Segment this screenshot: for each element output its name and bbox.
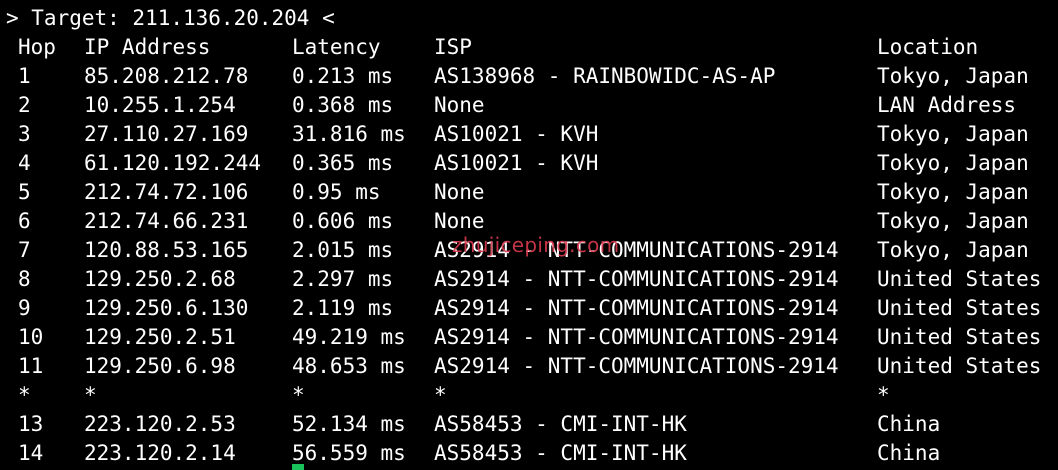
location-cell: LAN Address bbox=[877, 93, 1017, 117]
latency-cell: 49.219 ms bbox=[292, 325, 406, 349]
ip-cell: 120.88.53.165 bbox=[84, 238, 249, 262]
latency-cell: 0.368 ms bbox=[292, 93, 394, 117]
latency-cell: 31.816 ms bbox=[292, 122, 406, 146]
location-cell: Tokyo, Japan bbox=[877, 209, 1029, 233]
isp-cell: AS2914 - NTT-COMMUNICATIONS-2914 bbox=[434, 267, 839, 291]
table-row: 10 129.250.2.51 49.219 ms AS2914 - NTT-C… bbox=[0, 323, 1058, 352]
location-cell: Tokyo, Japan bbox=[877, 151, 1029, 175]
ip-cell: 212.74.72.106 bbox=[84, 180, 249, 204]
ip-cell: 129.250.2.51 bbox=[84, 325, 236, 349]
isp-cell: AS2914 - NTT-COMMUNICATIONS-2914 bbox=[434, 296, 839, 320]
location-cell: Tokyo, Japan bbox=[877, 238, 1029, 262]
header-latency: Latency bbox=[292, 35, 381, 59]
table-row: 2 10.255.1.254 0.368 ms None LAN Address bbox=[0, 91, 1058, 120]
table-row: 5 212.74.72.106 0.95 ms None Tokyo, Japa… bbox=[0, 178, 1058, 207]
isp-cell: AS2914 - NTT-COMMUNICATIONS-2914 bbox=[434, 354, 839, 378]
table-row: 1 85.208.212.78 0.213 ms AS138968 - RAIN… bbox=[0, 62, 1058, 91]
latency-cell: 52.134 ms bbox=[292, 412, 406, 436]
hop-cell: 4 bbox=[18, 151, 31, 175]
ip-cell: 223.120.2.53 bbox=[84, 412, 236, 436]
hop-cell: * bbox=[18, 383, 31, 407]
hop-cell: 7 bbox=[18, 238, 31, 262]
latency-cell: * bbox=[292, 383, 305, 407]
isp-cell: AS58453 - CMI-INT-HK bbox=[434, 412, 687, 436]
hop-cell: 10 bbox=[18, 325, 44, 349]
header-ip-address: IP Address bbox=[84, 35, 211, 59]
table-row: 11 129.250.6.98 48.653 ms AS2914 - NTT-C… bbox=[0, 352, 1058, 381]
table-row: 4 61.120.192.244 0.365 ms AS10021 - KVH … bbox=[0, 149, 1058, 178]
table-row: 14 223.120.2.14 56.559 ms AS58453 - CMI-… bbox=[0, 439, 1058, 468]
latency-cell: 0.213 ms bbox=[292, 64, 394, 88]
location-cell: China bbox=[877, 441, 941, 465]
hop-cell: 6 bbox=[18, 209, 31, 233]
target-line: > Target: 211.136.20.204 < bbox=[6, 6, 335, 30]
table-row: 8 129.250.2.68 2.297 ms AS2914 - NTT-COM… bbox=[0, 265, 1058, 294]
hop-cell: 11 bbox=[18, 354, 44, 378]
location-cell: Tokyo, Japan bbox=[877, 180, 1029, 204]
isp-cell: AS58453 - CMI-INT-HK bbox=[434, 441, 687, 465]
hop-cell: 5 bbox=[18, 180, 31, 204]
latency-cell: 2.015 ms bbox=[292, 238, 394, 262]
isp-cell: AS138968 - RAINBOWIDC-AS-AP bbox=[434, 64, 776, 88]
latency-cell: 0.95 ms bbox=[292, 180, 381, 204]
latency-cell: 48.653 ms bbox=[292, 354, 406, 378]
latency-cell: 2.297 ms bbox=[292, 267, 394, 291]
hop-cell: 1 bbox=[18, 64, 31, 88]
location-cell: China bbox=[877, 412, 941, 436]
table-row: 9 129.250.6.130 2.119 ms AS2914 - NTT-CO… bbox=[0, 294, 1058, 323]
ip-cell: 223.120.2.14 bbox=[84, 441, 236, 465]
ip-cell: 129.250.2.68 bbox=[84, 267, 236, 291]
table-row: 13 223.120.2.53 52.134 ms AS58453 - CMI-… bbox=[0, 410, 1058, 439]
table-row: * * * * * bbox=[0, 381, 1058, 410]
latency-cell: 2.119 ms bbox=[292, 296, 394, 320]
terminal-cursor bbox=[292, 464, 304, 470]
location-cell: Tokyo, Japan bbox=[877, 122, 1029, 146]
hop-cell: 9 bbox=[18, 296, 31, 320]
isp-cell: AS10021 - KVH bbox=[434, 122, 599, 146]
isp-cell: * bbox=[434, 383, 447, 407]
location-cell: * bbox=[877, 383, 890, 407]
header-hop: Hop bbox=[18, 35, 56, 59]
hop-cell: 3 bbox=[18, 122, 31, 146]
ip-cell: 85.208.212.78 bbox=[84, 64, 249, 88]
location-cell: United States bbox=[877, 325, 1042, 349]
latency-cell: 0.365 ms bbox=[292, 151, 394, 175]
hop-cell: 8 bbox=[18, 267, 31, 291]
ip-cell: 10.255.1.254 bbox=[84, 93, 236, 117]
ip-cell: 27.110.27.169 bbox=[84, 122, 249, 146]
ip-cell: * bbox=[84, 383, 97, 407]
hop-cell: 13 bbox=[18, 412, 44, 436]
header-row: Hop IP Address Latency ISP Location bbox=[0, 33, 1058, 62]
ip-cell: 61.120.192.244 bbox=[84, 151, 262, 175]
isp-cell: AS10021 - KVH bbox=[434, 151, 599, 175]
location-cell: Tokyo, Japan bbox=[877, 64, 1029, 88]
isp-cell: None bbox=[434, 180, 485, 204]
table-row: 3 27.110.27.169 31.816 ms AS10021 - KVH … bbox=[0, 120, 1058, 149]
isp-cell: AS2914 - NTT-COMMUNICATIONS-2914 bbox=[434, 325, 839, 349]
ip-cell: 129.250.6.130 bbox=[84, 296, 249, 320]
header-isp: ISP bbox=[434, 35, 472, 59]
header-location: Location bbox=[877, 35, 979, 59]
location-cell: United States bbox=[877, 296, 1042, 320]
ip-cell: 129.250.6.98 bbox=[84, 354, 236, 378]
ip-cell: 212.74.66.231 bbox=[84, 209, 249, 233]
target-line-row: > Target: 211.136.20.204 < bbox=[0, 4, 1058, 33]
hop-cell: 2 bbox=[18, 93, 31, 117]
watermark-text: zhujiceping.com bbox=[452, 233, 620, 257]
hop-cell: 14 bbox=[18, 441, 44, 465]
terminal-window[interactable]: > Target: 211.136.20.204 < Hop IP Addres… bbox=[0, 0, 1058, 470]
location-cell: United States bbox=[877, 354, 1042, 378]
latency-cell: 56.559 ms bbox=[292, 441, 406, 465]
latency-cell: 0.606 ms bbox=[292, 209, 394, 233]
location-cell: United States bbox=[877, 267, 1042, 291]
isp-cell: None bbox=[434, 93, 485, 117]
